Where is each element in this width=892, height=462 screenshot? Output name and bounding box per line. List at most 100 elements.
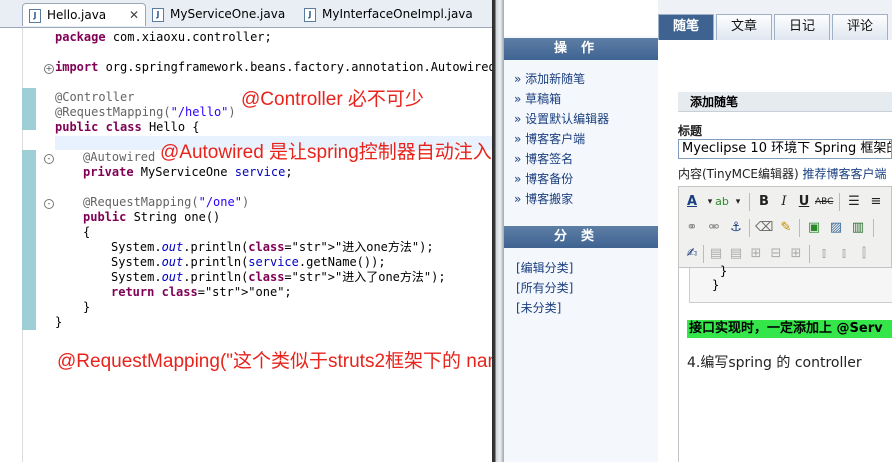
post-editor-panel: 添加随笔 标题 Myeclipse 10 环境下 Spring 框架的 内容(T… (658, 40, 892, 462)
window-splitter[interactable] (492, 0, 504, 462)
cleanup-brush-icon[interactable]: ✎ (777, 219, 795, 237)
sidebar-item-move[interactable]: » 博客搬家 (514, 190, 573, 207)
table-icon[interactable]: ▤ (707, 245, 725, 263)
code-line: } (55, 315, 63, 329)
java-file-icon: J (304, 8, 316, 22)
sidebar-item-blog-client[interactable]: » 博客客户端 (514, 130, 585, 147)
fold-expand-icon[interactable]: + (44, 64, 54, 74)
sidebar-item-label: 博客备份 (525, 172, 574, 186)
change-ruler (22, 88, 36, 130)
toolbar-divider (873, 219, 874, 237)
code-println: System.out.println(class="str">"进入one方法"… (111, 240, 434, 254)
tab-posts[interactable]: 随笔 (658, 14, 714, 40)
table-insert-row-icon[interactable]: ⊞ (747, 245, 765, 263)
sidebar-item-drafts[interactable]: » 草稿箱 (514, 90, 561, 107)
strikethrough-icon[interactable]: ABC (815, 193, 833, 211)
eraser-icon[interactable]: ⌫ (755, 219, 773, 237)
step-text: 4.编写spring 的 controller (687, 355, 862, 371)
code-line: import org.springframework.beans.factory… (55, 60, 503, 75)
sidebar-item-label: 添加新随笔 (525, 72, 586, 86)
tab-articles[interactable]: 文章 (716, 14, 772, 40)
sidebar-item-backup[interactable]: » 博客备份 (514, 170, 573, 187)
sidebar-ops-header: 操作 (504, 38, 658, 60)
table-insert-col-icon[interactable]: ⊞ (787, 245, 805, 263)
code-brace: } (712, 278, 720, 292)
code-method-decl: public String one() (83, 210, 221, 224)
title-input[interactable]: Myeclipse 10 环境下 Spring 框架的 (678, 139, 892, 159)
underline-icon[interactable]: U (795, 193, 813, 211)
blog-tab-bar: 随笔 文章 日记 评论 (658, 0, 892, 41)
anchor-icon[interactable]: ⚓ (727, 219, 745, 237)
unlink-icon[interactable]: ⚮ (705, 219, 723, 237)
code-line: public String one() (83, 210, 220, 225)
code-line: public class Hello { (55, 120, 200, 135)
edit-html-icon[interactable]: ✍ (683, 245, 701, 263)
code-line: { (83, 225, 91, 239)
bold-icon[interactable]: B (755, 193, 773, 211)
title-label: 标题 (678, 124, 703, 138)
table-delete-col-icon[interactable]: ⫿ (855, 245, 873, 263)
table-col-after-icon[interactable]: ⫾ (835, 245, 853, 263)
editor-gutter (0, 28, 23, 462)
table-row-icon[interactable]: ▤ (727, 245, 745, 263)
code-text[interactable]: package com.xiaoxu.controller; import or… (55, 0, 503, 329)
recommend-client-link[interactable]: 推荐博客客户端 (803, 167, 887, 181)
content-edit-area[interactable]: } } 接口实现时，一定添加上 @Serv 4.编写spring 的 contr… (678, 264, 892, 462)
table-col-before-icon[interactable]: ⫾ (815, 245, 833, 263)
code-line: System.out.println(class="str">"进入了one方法… (111, 270, 446, 285)
section-title: 添加随笔 (678, 92, 892, 112)
code-class-decl: public class Hello { (55, 120, 200, 134)
code-return: return class="str">"one"; (111, 285, 292, 299)
insert-image-icon[interactable]: ▨ (827, 219, 845, 237)
tab-comments[interactable]: 评论 (832, 14, 888, 40)
blog-editor-window: 操作 » 添加新随笔 » 草稿箱 » 设置默认编辑器 » 博客客户端 » 博客签… (504, 0, 892, 462)
font-color-icon[interactable]: A (683, 193, 701, 211)
rich-text-toolbar: A ▾ ab ▾ B I U ABC ☰ ≡ ⚭ ⚮ ⚓ ⌫ ✎ ▣ ▨ ▥ ✍… (678, 186, 892, 268)
tab-myinterfaceoneimpl-java[interactable]: J MyInterfaceOneImpl.java (298, 3, 492, 26)
tab-label: MyServiceOne.java (170, 7, 286, 21)
sidebar-item-signature[interactable]: » 博客签名 (514, 150, 573, 167)
sidebar-top-spacer (504, 0, 658, 36)
code-line: private MyServiceOne service; (83, 165, 293, 180)
code-editor[interactable]: J Hello.java ✕ J MyServiceOne.java J MyI… (0, 0, 578, 462)
code-line: @Autowired (83, 150, 156, 164)
code-line: package com.xiaoxu.controller; (55, 30, 272, 44)
category-all-link[interactable]: [所有分类] (516, 279, 573, 296)
sidebar: 操作 » 添加新随笔 » 草稿箱 » 设置默认编辑器 » 博客客户端 » 博客签… (504, 0, 659, 462)
insert-media-icon[interactable]: ▥ (849, 219, 867, 237)
sidebar-item-default-editor[interactable]: » 设置默认编辑器 (514, 110, 609, 127)
insert-code-icon[interactable]: ▣ (805, 219, 823, 237)
toolbar-divider (703, 245, 704, 263)
numbered-list-icon[interactable]: ≡ (867, 193, 885, 211)
tab-myserviceone-java[interactable]: J MyServiceOne.java (146, 3, 296, 26)
code-line: } (83, 300, 91, 314)
table-delete-row-icon[interactable]: ⊟ (767, 245, 785, 263)
sidebar-item-label: 设置默认编辑器 (525, 112, 610, 126)
sidebar-item-add-post[interactable]: » 添加新随笔 (514, 70, 585, 87)
annotation-note-autowired: @Autowired 是让spring控制器自动注入 (160, 142, 492, 163)
tab-hello-java[interactable]: J Hello.java ✕ (22, 3, 146, 26)
link-icon[interactable]: ⚭ (683, 219, 701, 237)
code-import: import org.springframework.beans.factory… (55, 60, 503, 74)
bullet-list-icon[interactable]: ☰ (845, 193, 863, 211)
fold-collapse-icon[interactable]: - (44, 154, 54, 164)
toolbar-divider (839, 193, 840, 211)
code-requestmapping: @RequestMapping("/one") (83, 195, 250, 209)
sidebar-item-label: 博客签名 (525, 152, 574, 166)
category-uncategorized-link[interactable]: [未分类] (516, 299, 561, 316)
code-println: System.out.println(service.getName()); (111, 255, 386, 269)
code-println: System.out.println(class="str">"进入了one方法… (111, 270, 446, 284)
close-icon[interactable]: ✕ (129, 4, 139, 27)
dropdown-arrow-icon[interactable]: ▾ (729, 193, 747, 211)
category-edit-link[interactable]: [编辑分类] (516, 259, 573, 276)
italic-icon[interactable]: I (775, 193, 793, 211)
tab-diary[interactable]: 日记 (774, 14, 830, 40)
tab-label: MyInterfaceOneImpl.java (322, 7, 473, 21)
code-line: return class="str">"one"; (111, 285, 292, 300)
java-file-icon: J (29, 9, 41, 23)
code-field: private MyServiceOne service; (83, 165, 293, 179)
java-file-icon: J (152, 8, 164, 22)
highlighted-text: 接口实现时，一定添加上 @Serv (687, 320, 892, 338)
sidebar-item-label: 博客客户端 (525, 132, 586, 146)
fold-collapse-icon[interactable]: - (44, 199, 54, 209)
